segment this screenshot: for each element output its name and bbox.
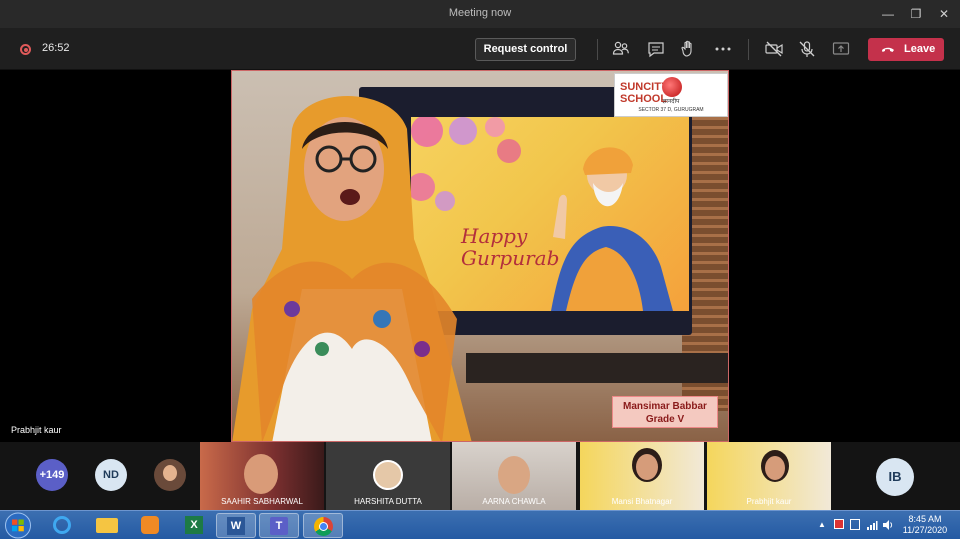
video-tile[interactable]: SAAHIR SABHARWAL xyxy=(200,442,324,510)
chat-icon[interactable] xyxy=(646,39,666,59)
leave-label: Leave xyxy=(904,43,936,55)
chrome-center xyxy=(319,522,328,531)
participant-face xyxy=(244,454,278,494)
raise-hand-icon[interactable] xyxy=(679,39,699,59)
school-logo: SUNCITYSCHOOL ज्ञानदीप SECTOR 37 D, GURU… xyxy=(614,73,728,117)
phone-hangup-icon xyxy=(882,47,894,52)
participant-face xyxy=(498,456,530,494)
avatar[interactable]: ND xyxy=(95,459,127,491)
avatar-photo[interactable] xyxy=(154,459,186,491)
main-stage: Happy Gurpurab SUNCITYSCHOOL ज्ञानदीप SE… xyxy=(0,70,960,442)
tv-greeting-line1: Happy xyxy=(461,224,528,248)
overflow-participants-badge[interactable]: +149 xyxy=(36,459,68,491)
participant-face xyxy=(765,456,785,480)
more-options-icon[interactable] xyxy=(713,39,733,59)
tile-name: HARSHITA DUTTA xyxy=(354,497,422,506)
recording-icon xyxy=(20,44,31,55)
title-bar: Meeting now — ❐ ✕ xyxy=(0,0,960,28)
mic-off-icon[interactable] xyxy=(797,39,817,59)
toolbar-divider xyxy=(748,39,749,60)
leave-button[interactable]: Leave xyxy=(868,38,944,61)
avatar[interactable]: IB xyxy=(876,458,914,496)
tile-name: AARNA CHAWLA xyxy=(482,497,546,506)
windows-taskbar: X W T ▲ 8:45 AM 11/27/2020 xyxy=(0,510,960,539)
device-icon[interactable] xyxy=(850,519,860,530)
window-title: Meeting now xyxy=(448,7,512,19)
word-icon: W xyxy=(227,517,245,535)
school-logo-location: SECTOR 37 D, GURUGRAM xyxy=(638,107,704,113)
participant-gallery: +149 ND SAAHIR SABHARWAL HARSHITA DUTTA … xyxy=(0,442,960,510)
action-center-flag-icon[interactable] xyxy=(834,519,844,529)
globe-icon xyxy=(662,77,682,97)
close-icon[interactable]: ✕ xyxy=(934,4,954,24)
taskbar-teams[interactable]: T xyxy=(259,513,299,538)
tile-name: Prabhjit kaur xyxy=(746,497,792,506)
video-tile[interactable]: AARNA CHAWLA xyxy=(452,442,576,510)
request-control-button[interactable]: Request control xyxy=(475,38,576,61)
tv-cabinet xyxy=(466,353,728,383)
school-logo-motto: ज्ञानदीप xyxy=(662,99,680,105)
clock-time: 8:45 AM xyxy=(908,514,942,524)
tray-expand-icon[interactable]: ▲ xyxy=(818,520,826,529)
internet-explorer-icon xyxy=(53,516,71,534)
tile-name: Mansi Bhatnagar xyxy=(611,497,673,506)
start-button-icon[interactable] xyxy=(4,512,32,539)
tv-greeting-line2: Gurpurab xyxy=(461,246,560,270)
meeting-timer: 26:52 xyxy=(42,42,70,54)
video-tile[interactable]: Prabhjit kaur xyxy=(707,442,831,510)
taskbar-media-player[interactable] xyxy=(130,513,170,538)
avatar-face xyxy=(163,465,177,481)
camera-off-icon[interactable] xyxy=(764,39,784,59)
system-clock[interactable]: 8:45 AM 11/27/2020 xyxy=(898,514,952,536)
folder-icon xyxy=(96,518,118,533)
avatar xyxy=(373,460,403,490)
student-grade: Grade V xyxy=(645,414,685,425)
video-tile[interactable]: HARSHITA DUTTA xyxy=(326,442,450,510)
participant-face xyxy=(636,454,658,480)
taskbar-word[interactable]: W xyxy=(216,513,256,538)
share-screen-icon[interactable] xyxy=(831,39,851,59)
video-tile[interactable]: Mansi Bhatnagar xyxy=(580,442,704,510)
main-video-feed[interactable]: Happy Gurpurab SUNCITYSCHOOL ज्ञानदीप SE… xyxy=(231,70,729,442)
stage-participant-name: Prabhjit kaur xyxy=(11,425,62,435)
toolbar-divider xyxy=(597,39,598,60)
taskbar-excel[interactable]: X xyxy=(174,513,214,538)
taskbar-chrome[interactable] xyxy=(303,513,343,538)
volume-icon[interactable] xyxy=(882,519,894,531)
taskbar-explorer[interactable] xyxy=(86,513,126,538)
meeting-toolbar: 26:52 Request control Leave xyxy=(0,28,960,70)
participants-icon[interactable] xyxy=(611,39,631,59)
student-name: Mansimar Babbar xyxy=(623,401,707,412)
presenter-figure xyxy=(232,96,472,441)
tv-greeting-text: Happy Gurpurab xyxy=(461,225,559,269)
student-name-card: Mansimar Babbar Grade V xyxy=(612,396,718,428)
minimize-icon[interactable]: — xyxy=(878,4,898,24)
taskbar-ie[interactable] xyxy=(42,513,82,538)
teams-icon: T xyxy=(270,517,288,535)
tile-name: SAAHIR SABHARWAL xyxy=(221,497,303,506)
chrome-icon xyxy=(314,517,333,536)
clock-date: 11/27/2020 xyxy=(902,525,948,535)
excel-icon: X xyxy=(185,516,203,534)
media-player-icon xyxy=(141,516,159,534)
network-signal-icon[interactable] xyxy=(866,519,878,531)
maximize-icon[interactable]: ❐ xyxy=(906,4,926,24)
